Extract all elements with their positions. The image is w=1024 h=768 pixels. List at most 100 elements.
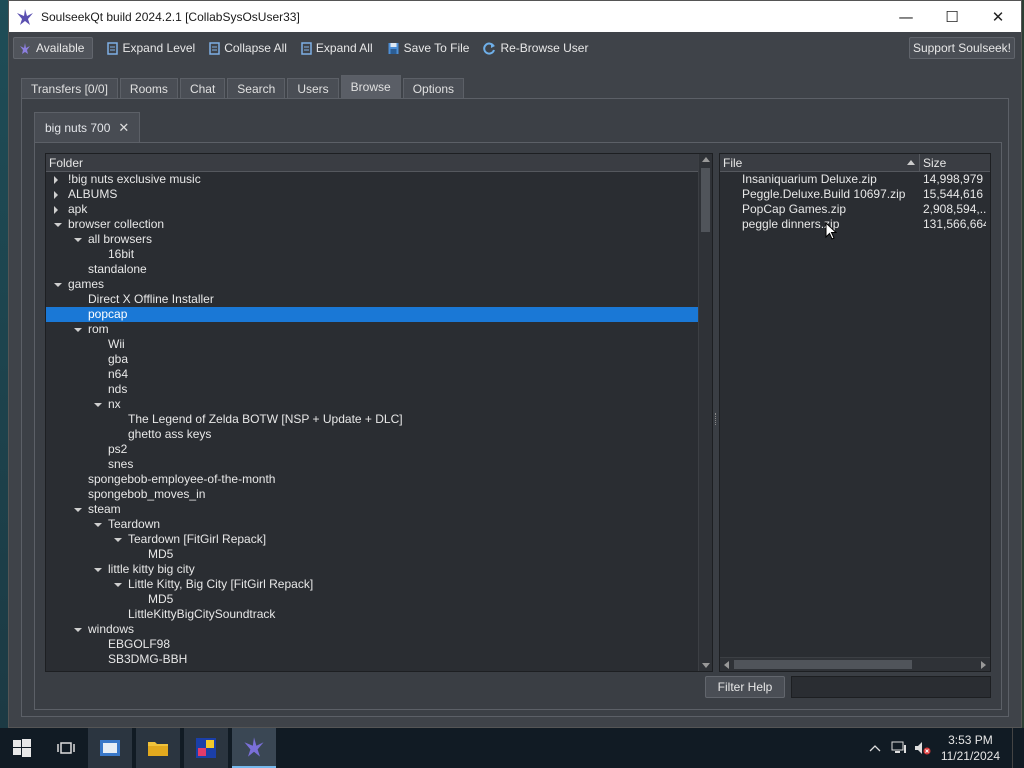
file-row[interactable]: Insaniquarium Deluxe.zip 14,998,979 xyxy=(720,172,990,187)
expanded-arrow-icon[interactable] xyxy=(94,523,102,527)
filter-help-button[interactable]: Filter Help xyxy=(705,676,785,698)
expanded-arrow-icon[interactable] xyxy=(74,238,82,242)
size-column-header[interactable]: Size xyxy=(920,156,990,170)
tree-row[interactable]: EBGOLF98 xyxy=(46,637,700,652)
expanded-arrow-icon[interactable] xyxy=(74,628,82,632)
expanded-arrow-icon[interactable] xyxy=(114,538,122,542)
file-list[interactable]: File Size Insaniquarium Deluxe.zip 14,998… xyxy=(719,153,991,672)
browse-user-tab[interactable]: big nuts 700 ✕ xyxy=(34,112,141,142)
tab-transfers[interactable]: Transfers [0/0] xyxy=(21,78,118,98)
close-tab-icon[interactable]: ✕ xyxy=(118,120,129,136)
tree-row[interactable]: windows xyxy=(46,622,700,637)
tree-row[interactable]: nx xyxy=(46,397,700,412)
scroll-down-icon[interactable] xyxy=(702,663,710,668)
start-button[interactable] xyxy=(0,728,44,768)
status-button[interactable]: Available xyxy=(13,37,94,59)
tree-row[interactable]: The Legend of Zelda BOTW [NSP + Update +… xyxy=(46,412,700,427)
file-row[interactable]: PopCap Games.zip 2,908,594,... xyxy=(720,202,990,217)
expanded-arrow-icon[interactable] xyxy=(94,568,102,572)
tree-row[interactable]: apk xyxy=(46,202,700,217)
tree-row[interactable]: standalone xyxy=(46,262,700,277)
task-view-button[interactable] xyxy=(44,728,88,768)
tree-row[interactable]: little kitty big city xyxy=(46,562,700,577)
tab-rooms[interactable]: Rooms xyxy=(119,78,178,98)
file-row[interactable]: peggle dinners.zip 131,566,664 xyxy=(720,217,990,232)
expanded-arrow-icon[interactable] xyxy=(94,403,102,407)
tree-row[interactable]: browser collection xyxy=(46,217,700,232)
expand-level-button[interactable]: Expand Level xyxy=(101,37,201,59)
taskbar-app-3[interactable] xyxy=(184,728,228,768)
tree-row[interactable]: snes xyxy=(46,457,700,472)
tab-options[interactable]: Options xyxy=(402,78,465,98)
scroll-left-icon[interactable] xyxy=(724,661,729,669)
taskbar-app-1[interactable] xyxy=(88,728,132,768)
tree-row[interactable]: MD5 xyxy=(46,547,700,562)
file-horizontal-scrollbar[interactable] xyxy=(720,657,990,671)
tree-row[interactable]: gba xyxy=(46,352,700,367)
tree-row[interactable]: spongebob-employee-of-the-month xyxy=(46,472,700,487)
tree-row[interactable]: Little Kitty, Big City [FitGirl Repack] xyxy=(46,577,700,592)
folder-tree-rows: !big nuts exclusive music ALBUMS apk browse… xyxy=(46,172,712,667)
collapsed-arrow-icon[interactable] xyxy=(54,191,58,199)
tab-users[interactable]: Users xyxy=(287,78,339,98)
folder-name: nds xyxy=(108,382,128,396)
tab-browse[interactable]: Browse xyxy=(340,75,401,98)
tree-scroll-thumb[interactable] xyxy=(701,168,710,232)
volume-muted-icon[interactable] xyxy=(911,741,935,755)
show-desktop-button[interactable] xyxy=(1012,728,1024,768)
tree-row[interactable]: n64 xyxy=(46,367,700,382)
tree-row[interactable]: nds xyxy=(46,382,700,397)
minimize-button[interactable]: — xyxy=(883,1,929,32)
tree-row[interactable]: LittleKittyBigCitySoundtrack xyxy=(46,607,700,622)
title-bar[interactable]: SoulseekQt build 2024.2.1 [CollabSysOsUs… xyxy=(9,1,1021,32)
save-to-file-button[interactable]: Save To File xyxy=(381,37,476,59)
tree-row[interactable]: Teardown [FitGirl Repack] xyxy=(46,532,700,547)
expand-all-button[interactable]: Expand All xyxy=(295,37,379,59)
tab-chat[interactable]: Chat xyxy=(179,78,226,98)
tree-row[interactable]: MD5 xyxy=(46,592,700,607)
tree-row[interactable]: SB3DMG-BBH xyxy=(46,652,700,667)
tree-row[interactable]: steam xyxy=(46,502,700,517)
expanded-arrow-icon[interactable] xyxy=(54,223,62,227)
folder-header[interactable]: Folder xyxy=(46,154,712,172)
tree-row[interactable]: ALBUMS xyxy=(46,187,700,202)
collapsed-arrow-icon[interactable] xyxy=(54,206,58,214)
tree-row[interactable]: ghetto ass keys xyxy=(46,427,700,442)
collapse-all-button[interactable]: Collapse All xyxy=(203,37,293,59)
file-column-header[interactable]: File xyxy=(720,154,920,171)
scroll-right-icon[interactable] xyxy=(981,661,986,669)
expanded-arrow-icon[interactable] xyxy=(114,583,122,587)
tab-search[interactable]: Search xyxy=(227,78,286,98)
maximize-button[interactable]: ☐ xyxy=(929,1,975,32)
tree-row[interactable]: Teardown xyxy=(46,517,700,532)
filter-input[interactable] xyxy=(791,676,991,698)
folder-tree[interactable]: Folder !big nuts exclusive music ALBUMS ap… xyxy=(45,153,713,672)
tree-row[interactable]: ps2 xyxy=(46,442,700,457)
collapsed-arrow-icon[interactable] xyxy=(54,176,58,184)
support-soulseek-button[interactable]: Support Soulseek! xyxy=(908,37,1015,59)
tree-row[interactable]: Wii xyxy=(46,337,700,352)
chevron-up-icon[interactable] xyxy=(863,744,887,752)
close-button[interactable]: ✕ xyxy=(975,1,1021,32)
file-row[interactable]: Peggle.Deluxe.Build 10697.zip 15,544,616 xyxy=(720,187,990,202)
network-icon[interactable] xyxy=(887,741,911,755)
tree-row[interactable]: all browsers xyxy=(46,232,700,247)
expanded-arrow-icon[interactable] xyxy=(74,508,82,512)
tree-row[interactable]: games xyxy=(46,277,700,292)
tree-row[interactable]: !big nuts exclusive music xyxy=(46,172,700,187)
tree-row[interactable]: 16bit xyxy=(46,247,700,262)
system-clock[interactable]: 3:53 PM 11/21/2024 xyxy=(935,732,1012,764)
panel-splitter-handle[interactable] xyxy=(715,413,717,425)
tree-row[interactable]: spongebob_moves_in xyxy=(46,487,700,502)
tree-row[interactable]: rom xyxy=(46,322,700,337)
taskbar-soulseek[interactable] xyxy=(232,728,276,768)
tree-row-selected[interactable]: popcap xyxy=(46,307,700,322)
scroll-up-icon[interactable] xyxy=(702,157,710,162)
rebrowse-user-button[interactable]: Re-Browse User xyxy=(477,37,594,59)
file-scroll-thumb[interactable] xyxy=(734,660,912,669)
expanded-arrow-icon[interactable] xyxy=(74,328,82,332)
expanded-arrow-icon[interactable] xyxy=(54,283,62,287)
tree-row[interactable]: Direct X Offline Installer xyxy=(46,292,700,307)
tree-vertical-scrollbar[interactable] xyxy=(698,154,712,671)
taskbar-file-explorer[interactable] xyxy=(136,728,180,768)
